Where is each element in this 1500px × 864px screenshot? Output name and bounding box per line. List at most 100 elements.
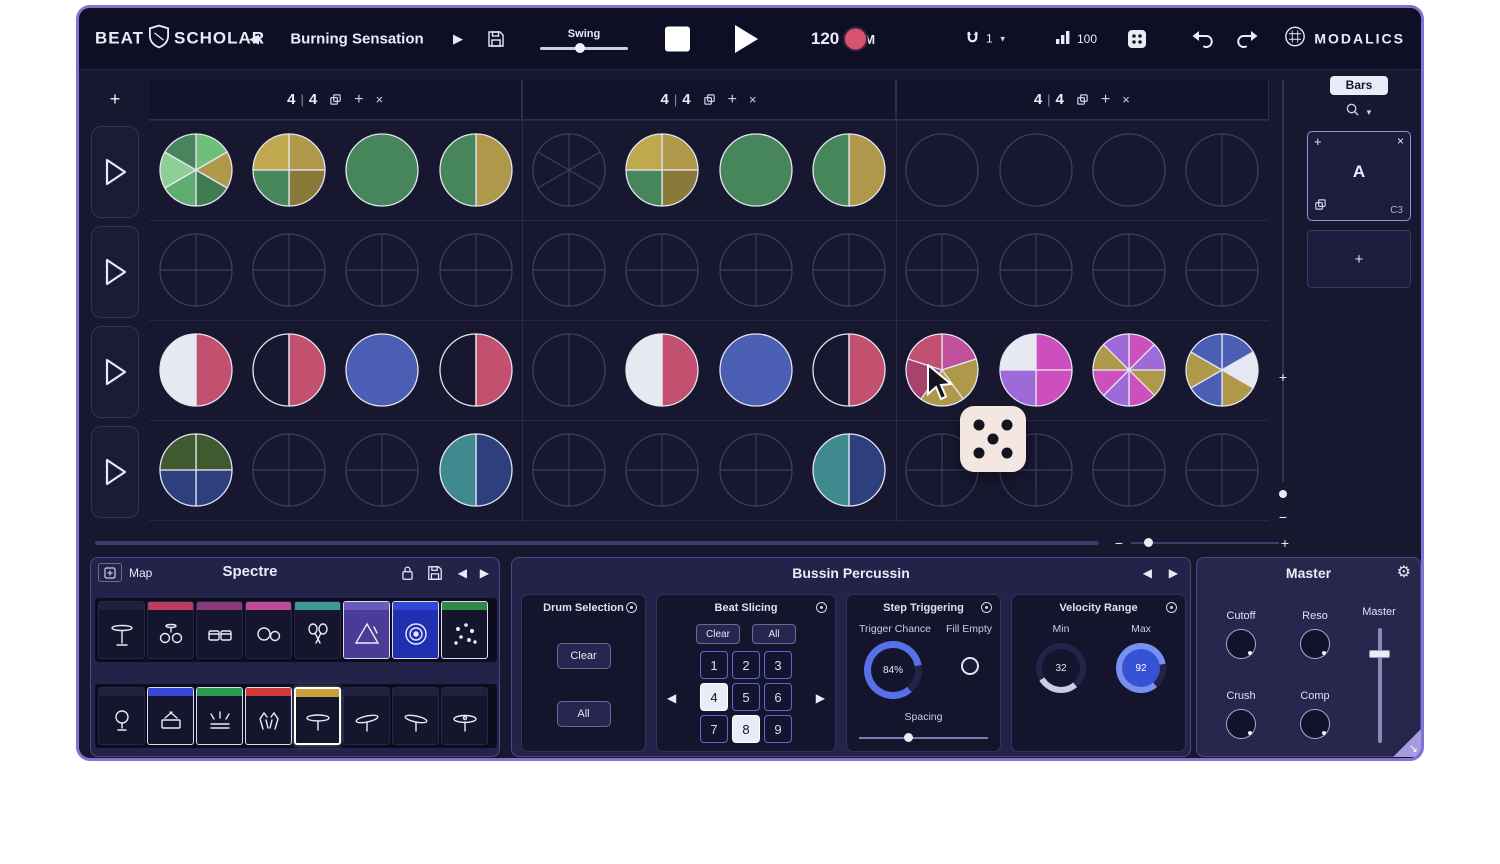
add-bar-icon[interactable]: + xyxy=(354,91,363,109)
pattern-add-icon[interactable]: + xyxy=(1314,134,1322,149)
instrument-tile-china[interactable] xyxy=(441,687,488,745)
play-button[interactable] xyxy=(735,25,758,53)
beat-cell-r2-c1[interactable] xyxy=(158,232,234,308)
dice-randomize-button[interactable] xyxy=(1127,29,1147,49)
add-bar-icon[interactable]: + xyxy=(1101,91,1110,109)
pattern-remove-icon[interactable]: × xyxy=(1397,134,1404,148)
velocity-min-knob[interactable]: 32 xyxy=(1036,643,1086,693)
beat-cell-r2-c2[interactable] xyxy=(251,232,327,308)
beat-cell-r3-c7[interactable] xyxy=(718,332,794,408)
beat-cell-r1-c3[interactable] xyxy=(344,132,420,208)
pattern-zoom-control[interactable]: ▼ xyxy=(1295,102,1423,122)
beat-cell-r2-c12[interactable] xyxy=(1184,232,1260,308)
comp-knob[interactable] xyxy=(1300,709,1330,739)
bpm-display[interactable]: 120 BPM xyxy=(785,29,901,49)
instrument-tile-cymbal[interactable] xyxy=(294,687,341,745)
instrument-tile-spiral[interactable] xyxy=(392,601,439,659)
instrument-tile-crash[interactable] xyxy=(392,687,439,745)
beat-cell-r4-c12[interactable] xyxy=(1184,432,1260,508)
beat-cell-r1-c10[interactable] xyxy=(998,132,1074,208)
vertical-scrollbar[interactable] xyxy=(1282,80,1284,482)
drum-selection-clear-button[interactable]: Clear xyxy=(557,643,611,669)
beat-cell-r1-c5[interactable] xyxy=(531,132,607,208)
prev-song-button[interactable]: ◀ xyxy=(249,31,259,47)
beat-cell-r1-c8[interactable] xyxy=(811,132,887,208)
zoom-slider-thumb[interactable] xyxy=(1144,538,1153,547)
instrument-tile-clap[interactable] xyxy=(245,687,292,745)
beat-cell-r2-c5[interactable] xyxy=(531,232,607,308)
reso-knob[interactable] xyxy=(1300,629,1330,659)
slice-count-4[interactable]: 4 xyxy=(700,683,728,711)
beat-cell-r1-c9[interactable] xyxy=(904,132,980,208)
slice-count-2[interactable]: 2 xyxy=(732,651,760,679)
spacing-slider-thumb[interactable] xyxy=(904,733,913,742)
instrument-tile-drum-kit[interactable] xyxy=(147,601,194,659)
beat-cell-r2-c8[interactable] xyxy=(811,232,887,308)
zoom-out-button[interactable]: − xyxy=(1111,535,1127,551)
slicing-all-button[interactable]: All xyxy=(752,624,796,644)
horizontal-scrollbar[interactable] xyxy=(95,541,1099,545)
beat-cell-r1-c7[interactable] xyxy=(718,132,794,208)
instrument-tile-bell[interactable] xyxy=(98,687,145,745)
beat-cell-r4-c5[interactable] xyxy=(531,432,607,508)
beat-cell-r2-c10[interactable] xyxy=(998,232,1074,308)
beat-cell-r1-c11[interactable] xyxy=(1091,132,1167,208)
zoom-out-vertical-button[interactable]: − xyxy=(1275,509,1291,525)
slicing-prev-button[interactable]: ◀ xyxy=(667,691,676,705)
beat-cell-r4-c11[interactable] xyxy=(1091,432,1167,508)
slicing-clear-button[interactable]: Clear xyxy=(696,624,740,644)
duplicate-bar-icon[interactable] xyxy=(329,93,342,106)
spacing-slider[interactable] xyxy=(859,737,988,739)
master-slider-thumb[interactable] xyxy=(1369,650,1390,658)
velocity-meter[interactable]: 100 xyxy=(1055,30,1097,48)
slice-count-3[interactable]: 3 xyxy=(764,651,792,679)
beat-cell-r2-c3[interactable] xyxy=(344,232,420,308)
lock-icon[interactable] xyxy=(400,565,415,581)
snap-control[interactable]: 1 ▼ xyxy=(965,29,1007,48)
pattern-slot-a[interactable]: + × A C3 xyxy=(1307,131,1411,221)
remove-bar-icon[interactable]: × xyxy=(749,92,757,107)
time-signature[interactable]: 4|4 xyxy=(287,91,317,109)
add-pattern-slot[interactable]: + xyxy=(1307,230,1411,288)
time-signature[interactable]: 4|4 xyxy=(660,91,690,109)
beat-cell-r1-c1[interactable] xyxy=(158,132,234,208)
save-button[interactable] xyxy=(487,30,505,48)
instrument-tile-triangle[interactable] xyxy=(343,601,390,659)
next-preset-button[interactable]: ▶ xyxy=(1169,566,1178,580)
beat-cell-r3-c1[interactable] xyxy=(158,332,234,408)
row-play-button-1[interactable] xyxy=(91,126,139,218)
beat-cell-r3-c6[interactable] xyxy=(624,332,700,408)
add-row-button[interactable]: + xyxy=(93,82,137,116)
beat-cell-r2-c6[interactable] xyxy=(624,232,700,308)
stop-button[interactable] xyxy=(665,26,690,51)
next-song-button[interactable]: ▶ xyxy=(453,31,463,47)
step-triggering-toggle[interactable] xyxy=(981,602,992,613)
remove-bar-icon[interactable]: × xyxy=(376,92,384,107)
instrument-tile-maracas[interactable] xyxy=(294,601,341,659)
instrument-tile-hihat[interactable] xyxy=(196,687,243,745)
gear-icon[interactable]: ⚙ xyxy=(1397,562,1411,582)
row-play-button-3[interactable] xyxy=(91,326,139,418)
zoom-in-button[interactable]: + xyxy=(1277,535,1293,551)
fill-empty-button[interactable] xyxy=(961,657,979,675)
redo-button[interactable] xyxy=(1237,29,1259,49)
master-slider[interactable] xyxy=(1378,628,1382,743)
row-play-button-2[interactable] xyxy=(91,226,139,318)
duplicate-bar-icon[interactable] xyxy=(1076,93,1089,106)
slice-count-1[interactable]: 1 xyxy=(700,651,728,679)
beat-cell-r1-c2[interactable] xyxy=(251,132,327,208)
slice-count-9[interactable]: 9 xyxy=(764,715,792,743)
beat-cell-r4-c3[interactable] xyxy=(344,432,420,508)
instrument-tile-ride[interactable] xyxy=(343,687,390,745)
slice-count-5[interactable]: 5 xyxy=(732,683,760,711)
instrument-tile-stars[interactable] xyxy=(441,601,488,659)
velocity-max-knob[interactable]: 92 xyxy=(1116,643,1166,693)
beat-cell-r1-c6[interactable] xyxy=(624,132,700,208)
remove-bar-icon[interactable]: × xyxy=(1122,92,1130,107)
prev-kit-button[interactable]: ◀ xyxy=(458,566,467,580)
instrument-tile-snare[interactable] xyxy=(147,687,194,745)
instrument-tile-tom-drums[interactable] xyxy=(196,601,243,659)
beat-cell-r4-c8[interactable] xyxy=(811,432,887,508)
add-bar-icon[interactable]: + xyxy=(728,91,737,109)
record-button[interactable] xyxy=(845,28,866,49)
